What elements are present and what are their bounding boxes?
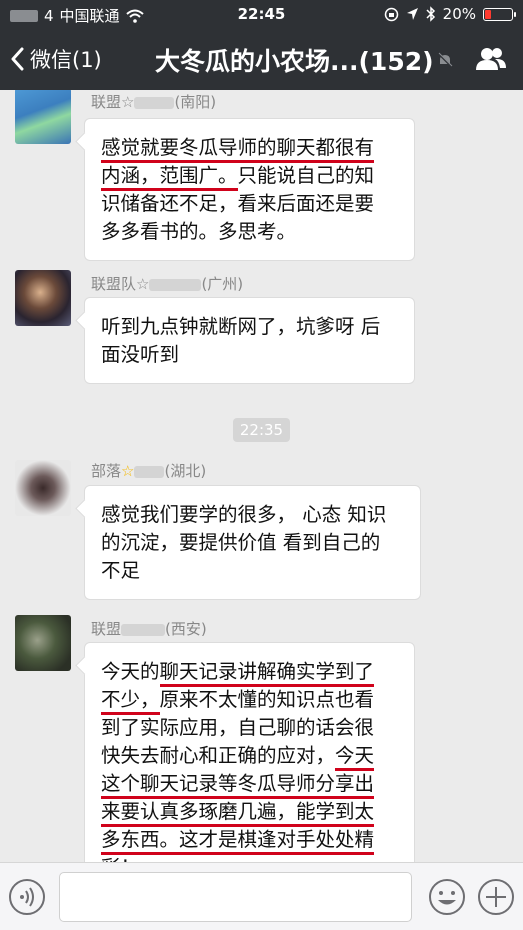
avatar[interactable] [15, 460, 71, 516]
avatar[interactable] [15, 90, 71, 144]
input-bar [0, 862, 523, 930]
status-bar: 4 中国联通 22:45 20% [0, 0, 523, 28]
message-bubble[interactable]: 感觉我们要学的很多， 心态 知识 的沉淀，要提供价值 看到自己的 不足 [84, 485, 421, 600]
message-text: 感觉我们要学的很多， 心态 知识 [101, 503, 387, 526]
message-bubble[interactable]: 今天的聊天记录讲解确实学到了 不少，原来不太懂的知识点也看 到了实际应用，自己聊… [84, 642, 415, 862]
blurred-name [134, 96, 175, 109]
sender-prefix: 联盟队☆ [91, 275, 150, 293]
message-text: 不足 [101, 559, 141, 582]
blurred-name [121, 623, 166, 636]
blurred-name [149, 278, 202, 291]
blurred-name [134, 465, 165, 478]
message-text: 能学到太 [296, 800, 375, 827]
emoji-icon[interactable] [427, 877, 467, 917]
sender-location: (广州) [201, 275, 244, 293]
message-text: 到了实际应用，自己聊的话会很 [101, 716, 375, 739]
voice-input-icon[interactable] [7, 877, 47, 917]
timestamp-divider: 22:35 [233, 418, 290, 442]
sender-prefix: 部落 [91, 462, 122, 480]
message-text: 聊天记录讲解确实学到了 [159, 660, 375, 687]
bluetooth-icon [426, 6, 435, 22]
message-text: 原来不太懂的知识点也看 [159, 688, 375, 711]
message-input[interactable] [59, 872, 412, 922]
sender-name: 部落☆ (湖北) [91, 460, 206, 481]
message-text: 面没听到 [101, 343, 180, 366]
star-icon: ☆ [121, 462, 135, 480]
message-text: 感觉就要冬瓜导师的聊天都很有 [101, 136, 375, 163]
message-text: 来要认真多琢磨几遍， [101, 800, 297, 827]
chat-area[interactable]: 联盟☆ (南阳) 感觉就要冬瓜导师的聊天都很有 内涵，范围广。只能说自己的知 识储… [0, 90, 523, 862]
sender-name: 联盟 (西安) [91, 618, 207, 639]
message-bubble[interactable]: 感觉就要冬瓜导师的聊天都很有 内涵，范围广。只能说自己的知 识储备还不足，看来后… [84, 118, 415, 261]
back-button[interactable]: 微信(1) [10, 44, 102, 74]
sender-location: (南阳) [174, 93, 217, 111]
message-text: 听到九点钟就断网了，坑爹呀 后 [101, 315, 381, 338]
avatar[interactable] [15, 615, 71, 671]
more-options-icon[interactable] [476, 877, 516, 917]
sender-prefix: 联盟 [91, 620, 122, 638]
avatar[interactable] [15, 270, 71, 326]
message-text: 的沉淀，要提供价值 看到自己的 [101, 531, 381, 554]
sender-location: (西安) [165, 620, 207, 638]
nav-bar: 微信(1) 大冬瓜的小农场...(152) [0, 28, 523, 90]
message-text: 快失去耐心和正确的应对， [101, 744, 336, 767]
battery-level [485, 9, 491, 19]
message-text: 内涵，范围广。 [101, 164, 238, 191]
message-text: 多多看书的。多思考。 [101, 220, 297, 243]
rotation-lock-icon [384, 7, 398, 21]
message-bubble[interactable]: 听到九点钟就断网了，坑爹呀 后 面没听到 [84, 297, 415, 384]
sender-location: (湖北) [164, 462, 207, 480]
message-text: 不少， [101, 688, 160, 715]
chat-title: 大冬瓜的小农场...(152) [155, 47, 434, 76]
sender-prefix: 联盟☆ [91, 93, 135, 111]
group-info-icon[interactable] [475, 46, 507, 72]
message-text: 今天 [335, 744, 375, 771]
message-text: 这个聊天记录等冬瓜导师分享出 [101, 772, 375, 799]
sender-name: 联盟队☆ (广州) [91, 273, 243, 294]
chevron-left-icon [11, 47, 24, 71]
message-text: 今天的 [101, 660, 160, 683]
back-label: 微信(1) [30, 48, 102, 72]
message-text: 识储备还不足，看来后面还是要 [101, 192, 375, 215]
mute-bell-icon [437, 52, 453, 68]
sender-name: 联盟☆ (南阳) [91, 91, 216, 112]
message-text: 只能说自己的知 [237, 164, 375, 187]
battery-percent: 20% [442, 5, 476, 23]
battery-icon [483, 7, 516, 21]
location-icon [406, 8, 418, 20]
message-text: 多东西。这才是棋逢对手处处精 [101, 828, 375, 855]
